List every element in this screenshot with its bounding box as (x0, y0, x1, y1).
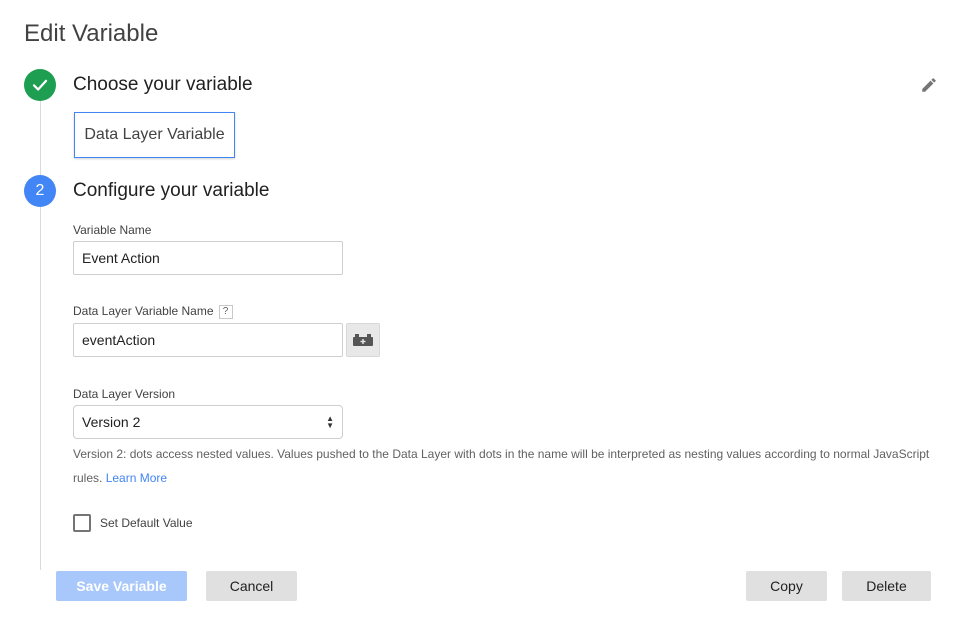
step-2-badge: 2 (24, 175, 56, 207)
dl-version-selected: Version 2 (82, 414, 141, 430)
edit-variable-page: Edit Variable Choose your variable Data … (0, 0, 970, 624)
dl-variable-name-label-row: Data Layer Variable Name? (73, 304, 233, 319)
variable-type-card[interactable]: Data Layer Variable (74, 112, 235, 158)
variable-type-label: Data Layer Variable (84, 126, 225, 143)
step-2-title: Configure your variable (73, 180, 270, 201)
pencil-icon[interactable] (920, 76, 938, 94)
dl-version-help: Version 2: dots access nested values. Va… (73, 442, 933, 490)
dl-version-help-text: Version 2: dots access nested values. Va… (73, 447, 930, 485)
default-value-label: Set Default Value (100, 516, 193, 530)
check-icon (32, 79, 48, 91)
step-2-number: 2 (35, 182, 45, 199)
dl-variable-name-input[interactable] (73, 323, 343, 357)
dl-version-label: Data Layer Version (73, 387, 176, 401)
cancel-button[interactable]: Cancel (206, 571, 297, 601)
copy-button[interactable]: Copy (746, 571, 827, 601)
step-complete-badge (24, 69, 56, 101)
page-title: Edit Variable (24, 20, 159, 47)
step-connector-line (40, 100, 41, 570)
insert-variable-button[interactable] (346, 323, 380, 357)
dl-variable-name-label: Data Layer Variable Name (73, 304, 214, 318)
variable-name-label: Variable Name (73, 223, 152, 237)
dl-version-select[interactable]: Version 2 ▲ ▼ (73, 405, 343, 439)
default-value-checkbox[interactable] (73, 514, 91, 532)
help-icon[interactable]: ? (218, 305, 233, 319)
variable-name-input[interactable] (73, 241, 343, 275)
variable-brick-icon (353, 334, 373, 346)
delete-button[interactable]: Delete (842, 571, 931, 601)
select-arrows-icon: ▲ ▼ (326, 414, 334, 430)
step-1-title: Choose your variable (73, 74, 253, 95)
learn-more-link[interactable]: Learn More (106, 471, 167, 485)
save-variable-button[interactable]: Save Variable (56, 571, 187, 601)
